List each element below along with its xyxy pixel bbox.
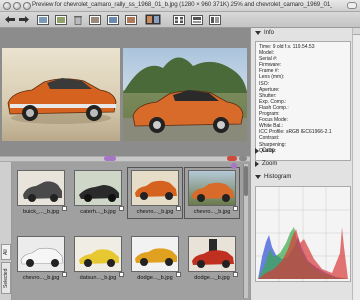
grid-icon[interactable] (172, 14, 186, 25)
back-arrow-icon[interactable] (4, 14, 16, 25)
preview-image-left[interactable] (2, 48, 120, 141)
thumbnail[interactable]: chevro..._b.jpg (14, 234, 68, 284)
image-icon[interactable] (106, 14, 120, 25)
thumbnail-caption: dodge..._b.jpg (137, 275, 173, 281)
toolbar (0, 12, 360, 28)
image-icon[interactable] (88, 14, 102, 25)
toolbar-toggle-button[interactable] (347, 2, 357, 9)
trash-icon[interactable] (72, 14, 84, 25)
thumbnail-image (131, 170, 179, 206)
layout-icon[interactable] (190, 14, 204, 25)
disclosure-closed-icon (255, 148, 259, 154)
thumbnail-caption: chevro..._b.jpg (136, 209, 174, 215)
disclosure-open-icon (255, 175, 261, 179)
preview-area (0, 28, 250, 156)
inspector-sidebar: Info Time: 9 old f.v. 119.54.53 Model: S… (250, 28, 360, 300)
histogram-graph (256, 187, 350, 281)
info-panel: Time: 9 old f.v. 119.54.53 Model: Serial… (255, 41, 351, 161)
disclosure-closed-icon (255, 161, 259, 167)
image-icon[interactable] (36, 14, 50, 25)
scroll-up-icon[interactable] (353, 28, 360, 35)
minimize-button[interactable] (13, 2, 21, 10)
thumbnail-image (74, 236, 122, 272)
thumbnail-caption: caterh..._b.jpg (80, 209, 116, 215)
thumbnail[interactable]: chevro..._b.jpg (184, 163, 240, 219)
info-section-header[interactable]: Info (251, 28, 353, 38)
thumbnail[interactable]: chevro..._b.jpg (127, 167, 183, 219)
tab-all[interactable]: All (1, 244, 11, 260)
histogram-label: Histogram (264, 174, 292, 180)
label-dot (231, 163, 237, 169)
close-button[interactable] (3, 2, 11, 10)
thumbnail-image (188, 170, 236, 206)
tab-selected[interactable]: Selected (1, 262, 11, 294)
histogram-section-header[interactable]: Histogram (251, 172, 353, 182)
label-indicator (239, 156, 247, 161)
thumbnail-caption: chevro..._b.jpg (193, 209, 231, 215)
image-icon[interactable] (54, 14, 68, 25)
crop-label: Crop (262, 148, 276, 154)
thumbnail-caption: datsun..._b.jpg (79, 275, 117, 281)
info-label: Info (264, 30, 275, 36)
scrollbar[interactable] (243, 164, 248, 298)
thumbnail-image (188, 236, 236, 272)
scrollbar-thumb[interactable] (244, 166, 248, 196)
disclosure-open-icon (255, 31, 261, 35)
sidebar-scrollbar[interactable] (352, 28, 360, 300)
crop-section-header[interactable]: Crop (251, 146, 353, 156)
thumbnail-image (74, 170, 122, 206)
forward-arrow-icon[interactable] (18, 14, 30, 25)
thumbnail[interactable]: dodge..._b.jpg (185, 234, 239, 284)
zoom-button[interactable] (23, 2, 31, 10)
zoom-label: Zoom (262, 161, 278, 167)
image-icon[interactable] (124, 14, 138, 25)
thumbnail-caption: buick_..._b.jpg (22, 209, 60, 215)
thumbnail-grid: buick_..._b.jpg caterh..._b.jpg chevro..… (12, 162, 250, 300)
preview-image-right[interactable] (123, 48, 247, 141)
zoom-section-header[interactable]: Zoom (251, 159, 353, 169)
selection-indicator (104, 156, 116, 161)
title-bar: Preview for chevrolet_camaro_rally_ss_19… (0, 0, 360, 12)
window-title: Preview for chevrolet_camaro_rally_ss_19… (32, 1, 332, 8)
layout-icon[interactable] (208, 14, 222, 25)
thumbnail-caption: chevro..._b.jpg (22, 275, 60, 281)
thumbnail[interactable]: caterh..._b.jpg (71, 168, 125, 218)
compare-icon[interactable] (144, 14, 162, 25)
thumbnail-caption: dodge..._b.jpg (194, 275, 230, 281)
histogram-panel (255, 186, 351, 282)
thumbnail-image (17, 236, 65, 272)
side-tabs: Selected All (0, 162, 12, 300)
thumbnail[interactable]: dodge..._b.jpg (128, 234, 182, 284)
thumbnail-image (131, 236, 179, 272)
thumbnail[interactable]: datsun..._b.jpg (71, 234, 125, 284)
thumbnail-image (17, 170, 65, 206)
label-indicator (227, 156, 237, 161)
thumbnail[interactable]: buick_..._b.jpg (14, 168, 68, 218)
app-window: Preview for chevrolet_camaro_rally_ss_19… (0, 0, 360, 300)
